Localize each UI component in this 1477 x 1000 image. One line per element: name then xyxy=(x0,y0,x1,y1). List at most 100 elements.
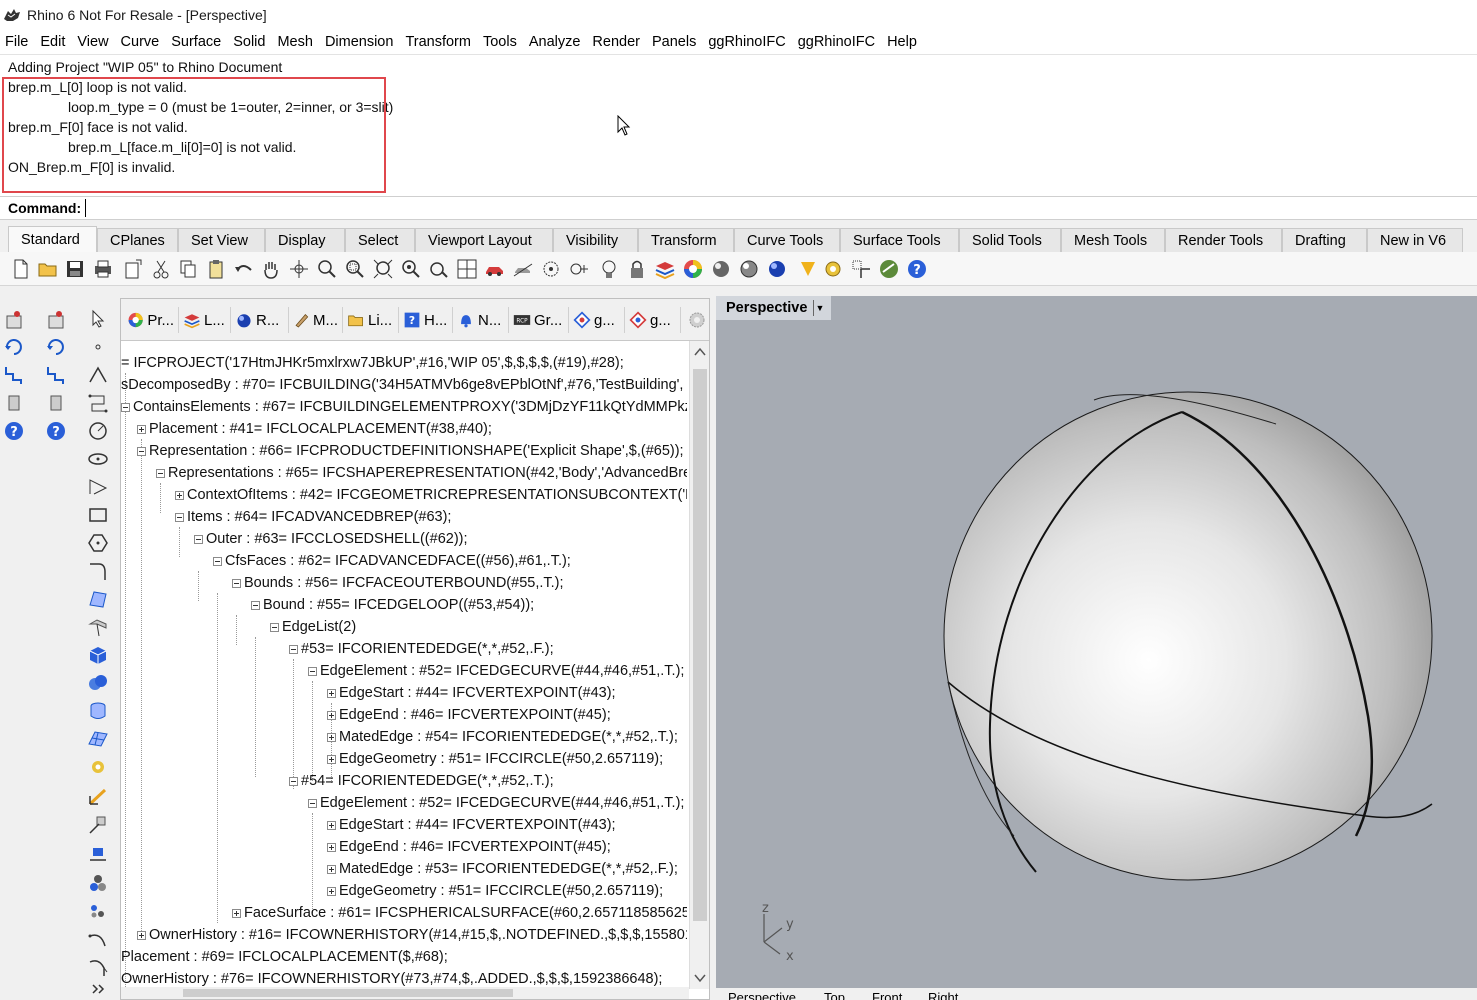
tree-node[interactable]: EdgeEnd : #46= IFCVERTEXPOINT(#45); xyxy=(327,839,611,855)
ifc-tree-view[interactable]: = IFCPROJECT('17HtmJHKr5mxlrxw7JBkUP',#1… xyxy=(121,343,687,989)
tree-collapse-toggle[interactable] xyxy=(308,666,317,676)
gumball-drag-icon[interactable] xyxy=(3,392,25,414)
rotate-object-icon[interactable] xyxy=(45,336,67,358)
polyline-icon[interactable] xyxy=(3,364,25,386)
move-transform-icon[interactable] xyxy=(87,814,109,836)
tab-new-in-v6[interactable]: New in V6 xyxy=(1367,228,1463,252)
tree-collapse-toggle[interactable] xyxy=(137,446,146,456)
tab-cplanes[interactable]: CPlanes xyxy=(97,228,178,252)
tree-node[interactable]: EdgeStart : #44= IFCVERTEXPOINT(#43); xyxy=(327,817,616,833)
help-icon[interactable]: ? xyxy=(906,258,928,280)
tree-node[interactable]: Outer : #63= IFCCLOSEDSHELL((#62)); xyxy=(194,531,468,547)
set-view-icon[interactable] xyxy=(512,258,534,280)
rotate-icon[interactable] xyxy=(428,258,450,280)
pan-hand-icon[interactable] xyxy=(260,258,282,280)
tab-drafting[interactable]: Drafting xyxy=(1282,228,1367,252)
tree-node[interactable]: Placement : #69= IFCLOCALPLACEMENT($,#68… xyxy=(121,949,448,965)
select-point-icon[interactable] xyxy=(45,308,67,330)
options-gear-icon[interactable] xyxy=(822,258,844,280)
tree-expand-toggle[interactable] xyxy=(137,424,146,434)
menu-transform[interactable]: Transform xyxy=(405,34,483,50)
help-icon[interactable]: ? xyxy=(45,420,67,442)
menu-ggrhinoifc-2[interactable]: ggRhinoIFC xyxy=(798,34,887,50)
tree-node[interactable]: EdgeElement : #52= IFCEDGECURVE(#44,#46,… xyxy=(308,663,684,679)
viewport-tab-top[interactable]: Top xyxy=(824,991,845,1000)
menu-file[interactable]: File xyxy=(5,34,40,50)
fillet-curves-icon[interactable] xyxy=(87,560,109,582)
tree-node[interactable]: Placement : #41= IFCLOCALPLACEMENT(#38,#… xyxy=(137,421,492,437)
tree-node[interactable]: #53= IFCORIENTEDEDGE(*,*,#52,.F.); xyxy=(289,641,554,657)
render-sphere-icon[interactable] xyxy=(766,258,788,280)
menu-help[interactable]: Help xyxy=(887,34,929,50)
menu-solid[interactable]: Solid xyxy=(233,34,277,50)
tree-node[interactable]: sDecomposedBy : #70= IFCBUILDING('34H5AT… xyxy=(121,377,683,393)
tree-collapse-toggle[interactable] xyxy=(232,578,241,588)
tree-collapse-toggle[interactable] xyxy=(194,534,203,544)
tab-solid-tools[interactable]: Solid Tools xyxy=(959,228,1061,252)
panel-tab-libraries[interactable]: Li... xyxy=(343,307,399,333)
mesh-plane-icon[interactable] xyxy=(87,728,109,750)
tree-node[interactable]: EdgeElement : #52= IFCEDGECURVE(#44,#46,… xyxy=(308,795,684,811)
tree-node[interactable]: OwnerHistory : #76= IFCOWNERHISTORY(#73,… xyxy=(121,971,662,987)
scrollbar-thumb[interactable] xyxy=(183,989,513,997)
curve-icon[interactable] xyxy=(87,476,109,498)
menu-edit[interactable]: Edit xyxy=(40,34,77,50)
tree-node[interactable]: EdgeGeometry : #51= IFCCIRCLE(#50,2.6571… xyxy=(327,751,663,767)
tree-node[interactable]: EdgeEnd : #46= IFCVERTEXPOINT(#45); xyxy=(327,707,611,723)
zoom-window-icon[interactable] xyxy=(344,258,366,280)
command-history[interactable]: Adding Project "WIP 05" to Rhino Documen… xyxy=(0,54,1477,196)
tree-node[interactable]: EdgeGeometry : #51= IFCCIRCLE(#50,2.6571… xyxy=(327,883,663,899)
polygon-icon[interactable] xyxy=(87,532,109,554)
menu-analyze[interactable]: Analyze xyxy=(529,34,593,50)
panel-settings-gear-icon[interactable] xyxy=(687,310,707,330)
command-input[interactable] xyxy=(85,199,1386,217)
copy-icon[interactable] xyxy=(177,258,199,280)
grasshopper-icon[interactable] xyxy=(878,258,900,280)
tree-collapse-toggle[interactable] xyxy=(289,776,298,786)
arc-tool-icon[interactable] xyxy=(87,928,109,950)
tab-select[interactable]: Select xyxy=(345,228,415,252)
tab-curve-tools[interactable]: Curve Tools xyxy=(734,228,840,252)
save-icon[interactable] xyxy=(64,258,86,280)
tree-expand-toggle[interactable] xyxy=(327,886,336,896)
shaded-sphere-icon[interactable] xyxy=(710,258,732,280)
gumball-icon[interactable] xyxy=(850,258,872,280)
viewport-tab-perspective[interactable]: Perspective xyxy=(728,991,796,1000)
tree-node[interactable]: = IFCPROJECT('17HtmJHKr5mxlrxw7JBkUP',#1… xyxy=(121,355,624,371)
tab-display[interactable]: Display xyxy=(265,228,345,252)
tab-mesh-tools[interactable]: Mesh Tools xyxy=(1061,228,1165,252)
tree-node[interactable]: #54= IFCORIENTEDEDGE(*,*,#52,.T.); xyxy=(289,773,554,789)
menu-render[interactable]: Render xyxy=(592,34,652,50)
menu-mesh[interactable]: Mesh xyxy=(277,34,324,50)
tree-collapse-toggle[interactable] xyxy=(270,622,279,632)
polyline-icon[interactable] xyxy=(45,364,67,386)
menu-curve[interactable]: Curve xyxy=(121,34,172,50)
color-wheel-icon[interactable] xyxy=(682,258,704,280)
tree-expand-toggle[interactable] xyxy=(175,490,184,500)
menu-view[interactable]: View xyxy=(77,34,120,50)
tree-expand-toggle[interactable] xyxy=(327,732,336,742)
tree-expand-toggle[interactable] xyxy=(327,820,336,830)
select-arrow-icon[interactable] xyxy=(87,308,109,330)
rotate-object-icon[interactable] xyxy=(3,336,25,358)
surface-from-points-icon[interactable] xyxy=(87,588,109,610)
osnap-icon[interactable] xyxy=(568,258,590,280)
panel-tab-render[interactable]: R... xyxy=(231,307,289,333)
tree-collapse-toggle[interactable] xyxy=(156,468,165,478)
tree-expand-toggle[interactable] xyxy=(327,688,336,698)
panel-tab-layers[interactable]: L... xyxy=(179,307,231,333)
panel-tab-ggrhinoifc-2[interactable]: g... xyxy=(625,307,681,333)
panel-tab-notifications[interactable]: N... xyxy=(453,307,509,333)
tree-node[interactable]: EdgeStart : #44= IFCVERTEXPOINT(#43); xyxy=(327,685,616,701)
rendered-sphere-icon[interactable] xyxy=(738,258,760,280)
tree-node[interactable]: CfsFaces : #62= IFCADVANCEDFACE((#56),#6… xyxy=(213,553,571,569)
more-tools-chevron-icon[interactable] xyxy=(87,982,109,996)
tab-set-view[interactable]: Set View xyxy=(178,228,265,252)
block-instance-icon[interactable] xyxy=(87,900,109,922)
tree-vertical-scrollbar[interactable] xyxy=(689,341,709,989)
viewport-tab-right[interactable]: Right xyxy=(928,991,958,1000)
panel-tab-help[interactable]: ? H... xyxy=(399,307,453,333)
sun-icon[interactable] xyxy=(797,258,819,280)
scroll-up-arrow-icon[interactable] xyxy=(694,347,706,357)
select-point-icon[interactable] xyxy=(3,308,25,330)
